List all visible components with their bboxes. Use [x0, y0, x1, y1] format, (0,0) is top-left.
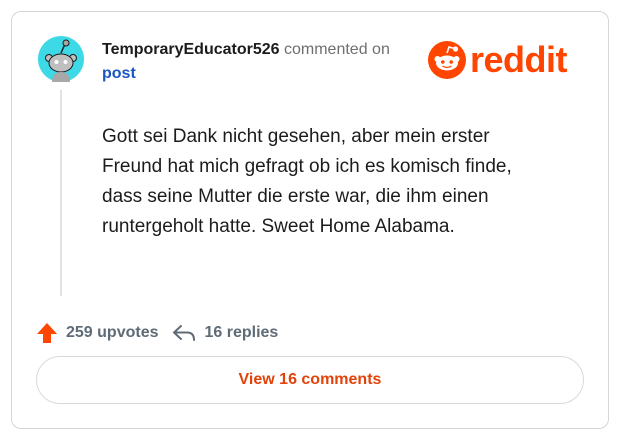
- reddit-logo[interactable]: reddit: [428, 39, 568, 80]
- reddit-snoo-icon: [428, 41, 466, 79]
- comment-card: TemporaryEducator526 commented on post r…: [11, 11, 609, 429]
- comment-body: Gott sei Dank nicht gesehen, aber mein e…: [102, 126, 512, 237]
- comment-header: TemporaryEducator526 commented on post: [102, 38, 422, 86]
- username[interactable]: TemporaryEducator526: [102, 41, 280, 58]
- view-comments-button[interactable]: View 16 comments: [36, 356, 584, 404]
- reply-arrow-icon[interactable]: [172, 323, 196, 343]
- reply-count: 16 replies: [204, 324, 279, 341]
- reddit-wordmark: reddit: [470, 39, 568, 80]
- thread-line: [60, 90, 62, 296]
- upvote-arrow-icon[interactable]: [36, 322, 58, 344]
- avatar[interactable]: [38, 36, 84, 82]
- snoo-avatar-icon: [38, 36, 84, 82]
- view-comments-label: View 16 comments: [238, 371, 382, 388]
- upvote-count: 259 upvotes: [66, 324, 159, 341]
- post-link[interactable]: post: [102, 62, 422, 86]
- comment-stats: 259 upvotes 16 replies: [36, 320, 278, 346]
- action-text: commented on: [284, 41, 390, 58]
